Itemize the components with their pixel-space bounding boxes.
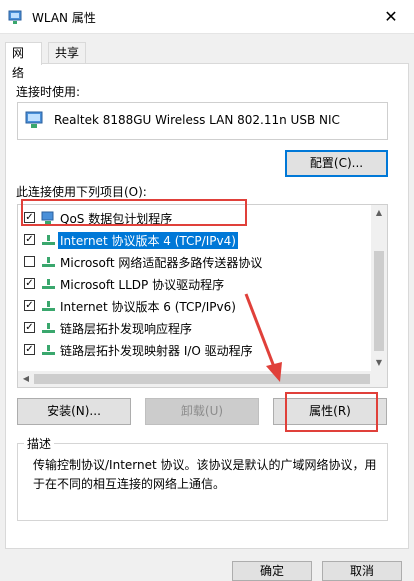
cancel-button[interactable]: 取消 [322,561,402,581]
tab-network[interactable]: 网络 [5,42,42,80]
ok-button[interactable]: 确定 [232,561,312,581]
annotation-arrow-icon [244,293,282,382]
